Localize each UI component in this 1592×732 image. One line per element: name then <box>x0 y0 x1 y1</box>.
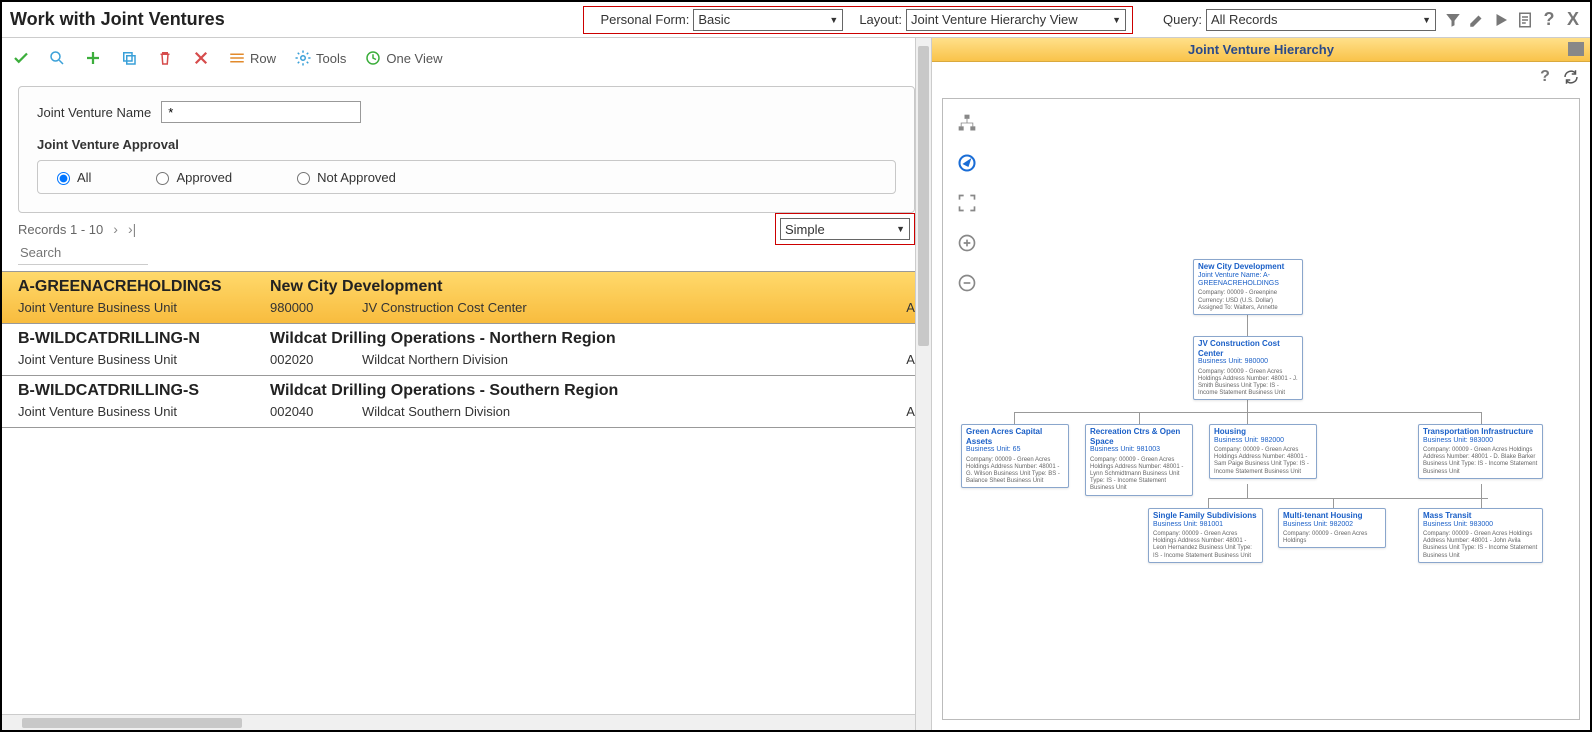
jv-name-label: Joint Venture Name <box>37 105 151 120</box>
last-page-icon[interactable]: ›| <box>128 221 136 237</box>
diagram-node[interactable]: Green Acres Capital Assets Business Unit… <box>961 424 1069 488</box>
table-row[interactable]: B-WILDCATDRILLING-S Wildcat Drilling Oper… <box>2 376 931 428</box>
row-bu: 002020 <box>270 352 340 367</box>
right-panel: Joint Venture Hierarchy ? <box>932 38 1590 730</box>
row-label: Joint Venture Business Unit <box>18 300 248 315</box>
row-bu: 980000 <box>270 300 340 315</box>
row-menu[interactable]: Row <box>228 49 276 67</box>
header-icons: ? X <box>1444 11 1582 29</box>
funnel-icon[interactable] <box>1444 11 1462 29</box>
copy-button[interactable] <box>120 49 138 67</box>
row-desc: Wildcat Southern Division <box>362 404 873 419</box>
ok-button[interactable] <box>12 49 30 67</box>
hierarchy-icon[interactable] <box>957 113 977 133</box>
row-label: Joint Venture Business Unit <box>18 352 248 367</box>
refresh-icon[interactable] <box>1562 68 1580 86</box>
compass-icon[interactable] <box>957 153 977 173</box>
diagram-area[interactable]: New City Development Joint Venture Name:… <box>942 98 1580 720</box>
approval-group: All Approved Not Approved <box>37 160 896 194</box>
app-header: Work with Joint Ventures Personal Form: … <box>2 2 1590 38</box>
form-layout-group: Personal Form: Basic ▼ Layout: Joint Vent… <box>583 6 1133 34</box>
table-row[interactable]: B-WILDCATDRILLING-N Wildcat Drilling Oper… <box>2 324 931 376</box>
close-button[interactable] <box>192 49 210 67</box>
personal-form-select[interactable]: Basic ▼ <box>693 9 843 31</box>
diagram-node[interactable]: Recreation Ctrs & Open Space Business Un… <box>1085 424 1193 496</box>
diagram-node[interactable]: Single Family Subdivisions Business Unit… <box>1148 508 1263 563</box>
row-label: Joint Venture Business Unit <box>18 404 248 419</box>
chevron-down-icon: ▼ <box>1422 15 1431 25</box>
diagram-node[interactable]: New City Development Joint Venture Name:… <box>1193 259 1303 315</box>
filter-panel: Joint Venture Name Joint Venture Approva… <box>18 86 915 213</box>
row-code: B-WILDCATDRILLING-S <box>18 382 248 400</box>
next-page-icon[interactable]: › <box>113 221 118 237</box>
help-icon[interactable]: ? <box>1540 11 1558 29</box>
diagram-node[interactable]: Mass Transit Business Unit: 983000 Compa… <box>1418 508 1543 563</box>
radio-not-approved[interactable]: Not Approved <box>292 169 396 185</box>
personal-form-value: Basic <box>698 12 730 27</box>
row-code: A-GREENACREHOLDINGS <box>18 278 248 296</box>
left-panel: Row Tools One View Joint Venture Name Jo… <box>2 38 932 730</box>
chevron-down-icon: ▼ <box>829 15 838 25</box>
fit-icon[interactable] <box>957 193 977 213</box>
row-desc: JV Construction Cost Center <box>362 300 873 315</box>
panel-collapse-icon[interactable] <box>1568 42 1584 56</box>
search-input[interactable] <box>18 241 148 265</box>
help-icon[interactable]: ? <box>1536 68 1554 86</box>
scrollbar-horizontal[interactable] <box>2 714 931 730</box>
diagram-node[interactable]: Transportation Infrastructure Business U… <box>1418 424 1543 479</box>
diagram-node[interactable]: Housing Business Unit: 982000 Company: 0… <box>1209 424 1317 479</box>
page-title: Work with Joint Ventures <box>10 9 225 30</box>
query-label: Query: <box>1163 12 1202 27</box>
view-mode-value: Simple <box>785 222 825 237</box>
diagram-node[interactable]: Multi-tenant Housing Business Unit: 9820… <box>1278 508 1386 548</box>
radio-all[interactable]: All <box>52 169 91 185</box>
find-button[interactable] <box>48 49 66 67</box>
records-bar: Records 1 - 10 › ›| Simple ▼ <box>2 213 931 241</box>
one-view-menu[interactable]: One View <box>364 49 442 67</box>
delete-button[interactable] <box>156 49 174 67</box>
close-icon[interactable]: X <box>1564 11 1582 29</box>
row-name: New City Development <box>270 278 442 296</box>
action-bar: Row Tools One View <box>2 38 931 78</box>
hierarchy-header: Joint Venture Hierarchy <box>932 38 1590 62</box>
radio-approved[interactable]: Approved <box>151 169 232 185</box>
chevron-down-icon: ▼ <box>1112 15 1121 25</box>
row-code: B-WILDCATDRILLING-N <box>18 330 248 348</box>
chevron-down-icon: ▼ <box>896 224 905 234</box>
query-value: All Records <box>1211 12 1277 27</box>
zoom-out-icon[interactable] <box>957 273 977 293</box>
records-label: Records 1 - 10 <box>18 222 103 237</box>
zoom-in-icon[interactable] <box>957 233 977 253</box>
jv-name-input[interactable] <box>161 101 361 123</box>
document-icon[interactable] <box>1516 11 1534 29</box>
view-mode-select[interactable]: Simple ▼ <box>780 218 910 240</box>
row-desc: Wildcat Northern Division <box>362 352 873 367</box>
diagram-node[interactable]: JV Construction Cost Center Business Uni… <box>1193 336 1303 400</box>
layout-select[interactable]: Joint Venture Hierarchy View ▼ <box>906 9 1126 31</box>
layout-value: Joint Venture Hierarchy View <box>911 12 1078 27</box>
layout-label: Layout: <box>859 12 902 27</box>
add-button[interactable] <box>84 49 102 67</box>
tools-menu[interactable]: Tools <box>294 49 346 67</box>
scrollbar-vertical[interactable] <box>915 38 931 730</box>
row-name: Wildcat Drilling Operations - Northern R… <box>270 330 616 348</box>
table-row[interactable]: A-GREENACREHOLDINGSNew City Development … <box>2 272 931 324</box>
row-bu: 002040 <box>270 404 340 419</box>
approval-title: Joint Venture Approval <box>37 137 896 152</box>
records-grid: A-GREENACREHOLDINGSNew City Development … <box>2 271 931 428</box>
play-icon[interactable] <box>1492 11 1510 29</box>
personal-form-label: Personal Form: <box>600 12 689 27</box>
query-select[interactable]: All Records ▼ <box>1206 9 1436 31</box>
pencil-icon[interactable] <box>1468 11 1486 29</box>
row-name: Wildcat Drilling Operations - Southern R… <box>270 382 618 400</box>
